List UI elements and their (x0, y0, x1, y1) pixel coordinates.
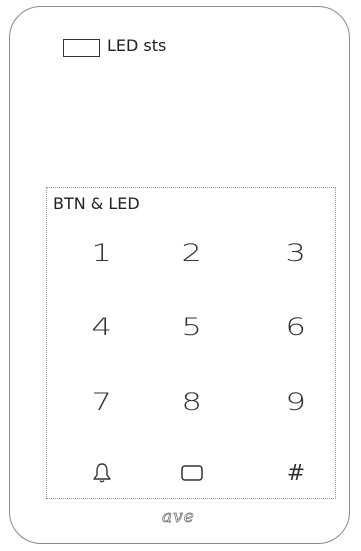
key-4[interactable]: 4 (72, 305, 132, 349)
key-9[interactable]: 9 (266, 380, 326, 424)
key-0[interactable] (162, 451, 222, 495)
keypad-area: BTN & LED 1 2 3 4 5 6 7 8 9 # (46, 187, 336, 499)
key-7[interactable]: 7 (72, 380, 132, 424)
key-8[interactable]: 8 (162, 380, 222, 424)
keypad-label: BTN & LED (53, 194, 140, 213)
intercom-device-panel: LED sts BTN & LED 1 2 3 4 5 6 7 8 9 # av… (9, 6, 350, 544)
bell-icon (93, 463, 111, 483)
key-3[interactable]: 3 (266, 231, 326, 275)
led-status-indicator (63, 39, 100, 57)
key-6[interactable]: 6 (266, 305, 326, 349)
brand-logo: ave (162, 507, 195, 528)
key-5[interactable]: 5 (162, 305, 222, 349)
led-status-label: LED sts (107, 36, 167, 55)
key-0-glyph (181, 465, 203, 481)
key-hash[interactable]: # (266, 451, 326, 495)
key-1[interactable]: 1 (72, 231, 132, 275)
bell-key[interactable] (72, 451, 132, 495)
key-2[interactable]: 2 (162, 231, 222, 275)
